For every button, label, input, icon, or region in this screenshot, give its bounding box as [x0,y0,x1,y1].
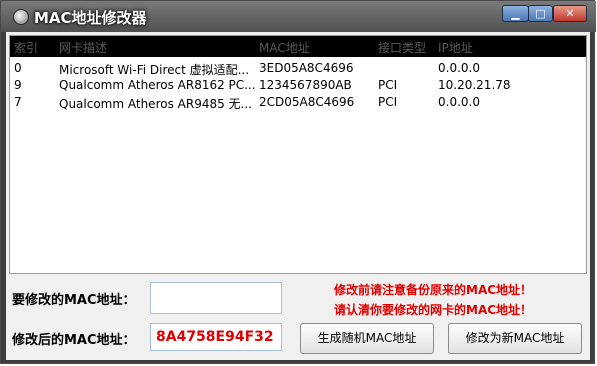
new-mac-input[interactable]: 8A4758E94F32 [150,323,282,351]
column-header-description[interactable]: 网卡描述 [59,39,107,56]
warning-backup: 修改前请注意备份原来的MAC地址！ [334,283,533,297]
cell-description: Qualcomm Atheros AR9485 无... [59,97,252,111]
cell-description: Qualcomm Atheros AR8162 PC... [59,78,256,92]
table-row[interactable]: 0 Microsoft Wi-Fi Direct 虚拟适配... 3ED05A8… [10,60,586,77]
cell-index: 0 [14,61,22,75]
app-logo-icon [13,9,29,25]
list-header: 索引 网卡描述 MAC地址 接口类型 IP地址 [10,36,586,57]
column-header-interface-type[interactable]: 接口类型 [378,39,426,56]
cell-index: 9 [14,78,22,92]
cell-interface-type: PCI [378,95,398,109]
column-header-mac[interactable]: MAC地址 [259,39,310,56]
window-title: MAC地址修改器 [34,9,147,27]
title-bar[interactable]: MAC地址修改器 ▁ □ ✕ [1,1,596,32]
column-header-ip[interactable]: IP地址 [438,39,473,56]
adapter-list[interactable]: 索引 网卡描述 MAC地址 接口类型 IP地址 0 Microsoft Wi-F… [9,35,587,274]
column-header-index[interactable]: 索引 [14,39,38,56]
minimize-button[interactable]: ▁ [502,5,529,22]
warning-verify: 请认清你要修改的网卡的MAC地址！ [334,303,533,317]
cell-mac: 1234567890AB [259,78,352,92]
maximize-button[interactable]: □ [528,5,553,22]
apply-new-mac-button[interactable]: 修改为新MAC地址 [448,323,582,354]
generate-random-mac-button[interactable]: 生成随机MAC地址 [300,323,434,354]
client-area: 索引 网卡描述 MAC地址 接口类型 IP地址 0 Microsoft Wi-F… [6,32,590,360]
cell-index: 7 [14,95,22,109]
cell-mac: 2CD05A8C4696 [259,95,355,109]
cell-mac: 3ED05A8C4696 [259,61,354,75]
cell-interface-type: PCI [378,78,398,92]
close-button[interactable]: ✕ [553,5,587,22]
app-window: MAC地址修改器 ▁ □ ✕ 索引 网卡描述 MAC地址 接口类型 IP地址 0… [0,0,596,364]
cell-ip: 0.0.0.0 [438,95,480,109]
mac-to-modify-label: 要修改的MAC地址： [12,293,136,308]
new-mac-label: 修改后的MAC地址： [12,333,136,348]
cell-ip: 0.0.0.0 [438,61,480,75]
table-row[interactable]: 7 Qualcomm Atheros AR9485 无... 2CD05A8C4… [10,94,586,111]
cell-description: Microsoft Wi-Fi Direct 虚拟适配... [59,63,250,77]
mac-to-modify-input[interactable] [150,282,282,314]
cell-ip: 10.20.21.78 [438,78,511,92]
table-row[interactable]: 9 Qualcomm Atheros AR8162 PC... 12345678… [10,77,586,94]
